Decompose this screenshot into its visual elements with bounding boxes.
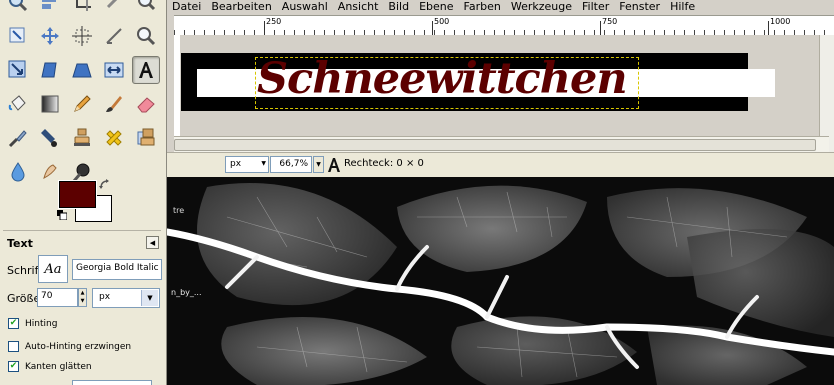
text-layer[interactable]: Schneewittchen — [257, 54, 628, 104]
background-image-window: tre n_by_... — [167, 177, 834, 385]
panel-divider — [3, 230, 161, 231]
toolbox-window: Text ◀ Schrift: Aa Georgia Bold Italic G… — [0, 0, 167, 385]
autohint-label: Auto-Hinting erzwingen — [25, 341, 132, 352]
clone-tool-icon[interactable] — [68, 124, 96, 152]
crop-tool-icon[interactable] — [68, 0, 96, 16]
pencil-icon[interactable] — [68, 90, 96, 118]
leaf-photo — [167, 183, 834, 385]
align-crosshair-icon[interactable] — [68, 22, 96, 50]
color-selector — [55, 178, 117, 226]
ruler-label: 500 — [434, 17, 450, 26]
perspective-clone-icon[interactable] — [132, 124, 160, 152]
scale-tool-icon[interactable] — [4, 56, 32, 84]
menu-auswahl[interactable]: Auswahl — [282, 0, 328, 14]
font-size-unit-select[interactable]: px ▼ — [92, 288, 160, 308]
panel-menu-button[interactable]: ◀ — [146, 236, 159, 249]
menu-hilfe[interactable]: Hilfe — [670, 0, 695, 14]
menu-ebene[interactable]: Ebene — [419, 0, 453, 14]
menu-werkzeuge[interactable]: Werkzeuge — [511, 0, 572, 14]
antialias-option[interactable]: ✔ Kanten glätten — [8, 361, 92, 372]
zoom-input[interactable]: 66,7% — [270, 156, 312, 173]
shear-tool-icon[interactable] — [36, 56, 64, 84]
unit-select[interactable]: px ▼ — [225, 156, 269, 173]
menu-bild[interactable]: Bild — [388, 0, 409, 14]
image-window: Datei Bearbeiten Auswahl Ansicht Bild Ebene Fa… — [167, 0, 834, 178]
measure-tool-icon[interactable] — [100, 22, 128, 50]
perspective-tool-icon[interactable] — [68, 56, 96, 84]
font-size-input[interactable]: 70 — [37, 288, 78, 307]
blend-tool-icon[interactable] — [36, 90, 64, 118]
hinting-label: Hinting — [25, 318, 58, 329]
canvas-area[interactable]: Schneewittchen — [180, 35, 829, 152]
search-icon[interactable] — [132, 22, 160, 50]
paintbrush-icon[interactable] — [100, 90, 128, 118]
move-arrows-icon[interactable] — [36, 22, 64, 50]
zoom-dropdown-button[interactable]: ▼ — [313, 156, 324, 173]
ruler-label: 250 — [266, 17, 282, 26]
hinting-checkbox[interactable]: ✔ — [8, 318, 19, 329]
horizontal-ruler[interactable]: 250 500 750 1000 — [174, 15, 834, 37]
default-colors-icon[interactable] — [57, 210, 67, 220]
status-bar: px ▼ 66,7% ▼ Rechteck: 0 × 0 — [167, 152, 834, 178]
menu-filter[interactable]: Filter — [582, 0, 609, 14]
swap-colors-icon[interactable] — [98, 178, 112, 192]
image-filename-fragment: n_by_... — [171, 288, 202, 297]
font-preview-button[interactable]: Aa — [38, 255, 68, 283]
menu-bar: Datei Bearbeiten Auswahl Ansicht Bild Ebene Fa… — [172, 0, 695, 14]
menu-farben[interactable]: Farben — [464, 0, 501, 14]
ruler-major-tick — [600, 21, 601, 36]
chevron-down-icon: ▼ — [141, 290, 158, 306]
autohint-option[interactable]: Auto-Hinting erzwingen — [8, 341, 131, 352]
status-message: Rechteck: 0 × 0 — [344, 158, 424, 169]
ruler-label: 750 — [602, 17, 618, 26]
vertical-scrollbar[interactable] — [819, 35, 834, 152]
font-name-input[interactable]: Georgia Bold Italic — [72, 259, 162, 280]
ruler-label: 1000 — [770, 17, 791, 26]
menu-ansicht[interactable]: Ansicht — [338, 0, 379, 14]
ink-tool-icon[interactable] — [36, 124, 64, 152]
ruler-major-tick — [432, 21, 433, 36]
magnifier-icon[interactable] — [132, 0, 160, 16]
text-tool-icon — [328, 158, 340, 172]
flip-tool-icon[interactable] — [100, 56, 128, 84]
menu-bearbeiten[interactable]: Bearbeiten — [211, 0, 271, 14]
font-size-spinner[interactable]: ▲ ▼ — [78, 288, 87, 307]
unit-value: px — [230, 159, 242, 169]
antialias-label: Kanten glätten — [25, 361, 92, 372]
horizontal-scrollbar[interactable] — [174, 136, 829, 152]
move-tool-icon[interactable] — [4, 22, 32, 50]
text-tool-icon[interactable] — [132, 56, 160, 84]
autohint-checkbox[interactable] — [8, 341, 19, 352]
heal-tool-icon[interactable] — [100, 124, 128, 152]
hinting-option[interactable]: ✔ Hinting — [8, 318, 57, 329]
eraser-icon[interactable] — [132, 90, 160, 118]
image-title-fragment: tre — [173, 206, 185, 215]
ruler-major-tick — [768, 21, 769, 36]
airbrush-icon[interactable] — [4, 124, 32, 152]
foreground-color-swatch[interactable] — [59, 181, 96, 208]
menu-datei[interactable]: Datei — [172, 0, 201, 14]
tool-options-title: Text — [7, 237, 33, 250]
bucket-fill-icon[interactable] — [4, 90, 32, 118]
chevron-down-icon: ▼ — [261, 160, 266, 167]
blur-tool-icon[interactable] — [4, 158, 32, 186]
align-tool-icon[interactable] — [36, 0, 64, 16]
antialias-checkbox[interactable]: ✔ — [8, 361, 19, 372]
partial-input-field[interactable] — [72, 380, 152, 385]
tool-grid — [4, 0, 164, 192]
horizontal-scrollbar-thumb[interactable] — [174, 139, 816, 151]
ruler-major-tick — [264, 21, 265, 36]
menu-fenster[interactable]: Fenster — [619, 0, 660, 14]
font-size-unit-value: px — [99, 292, 111, 302]
zoom-tool-icon[interactable] — [4, 0, 32, 16]
rotate-tool-icon[interactable] — [100, 0, 128, 16]
